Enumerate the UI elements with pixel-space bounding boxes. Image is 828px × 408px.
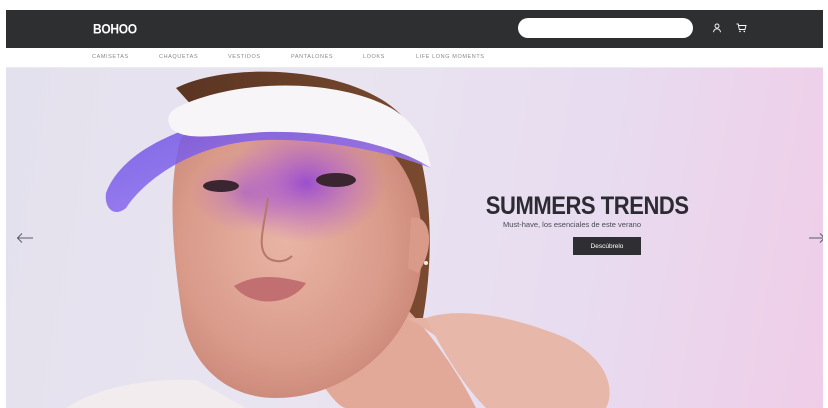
brand-logo[interactable]: BOHOO — [93, 21, 137, 37]
arrow-left-icon[interactable] — [16, 231, 34, 243]
arrow-right-icon[interactable] — [808, 231, 823, 243]
nav-item-vestidos[interactable]: VESTIDOS — [228, 54, 261, 60]
hero-photo — [66, 71, 610, 408]
nav-item-life-long-moments[interactable]: LIFE LONG MOMENTS — [416, 54, 485, 60]
user-icon[interactable] — [710, 21, 724, 35]
nav-item-pantalones[interactable]: PANTALONES — [291, 54, 333, 60]
top-header: BOHOO — [6, 10, 823, 48]
category-nav: CAMISETAS CHAQUETAS VESTIDOS PANTALONES … — [6, 48, 823, 68]
cart-icon[interactable] — [734, 21, 748, 35]
discover-button[interactable]: Descúbrelo — [573, 237, 641, 255]
hero-subtitle: Must-have, los esenciales de este verano — [503, 220, 641, 229]
page: BOHOO CAMISETAS CHAQUETAS VESTIDOS PANTA… — [0, 0, 828, 408]
hero-banner: SUMMERS TRENDS Must-have, los esenciales… — [6, 68, 823, 408]
nav-item-camisetas[interactable]: CAMISETAS — [92, 54, 129, 60]
search-input[interactable] — [518, 18, 693, 38]
nav-item-chaquetas[interactable]: CHAQUETAS — [159, 54, 198, 60]
nav-item-looks[interactable]: LOOKS — [363, 54, 385, 60]
hero-title: SUMMERS TRENDS — [485, 192, 689, 220]
